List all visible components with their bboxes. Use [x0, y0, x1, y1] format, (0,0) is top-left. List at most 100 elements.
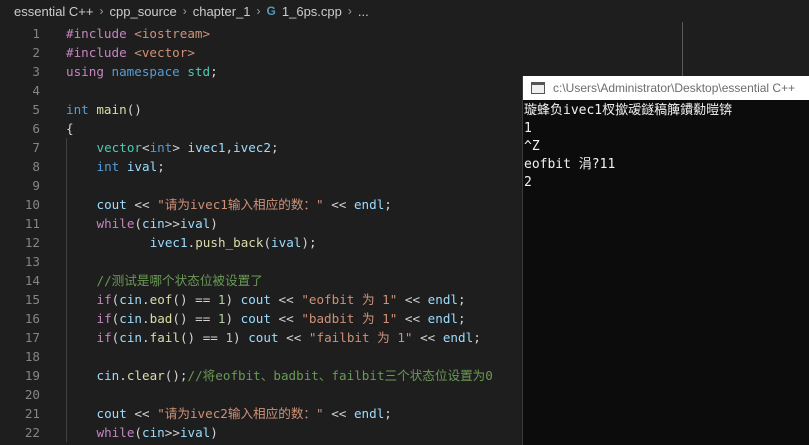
code-text: {	[66, 119, 74, 138]
indent-guide	[66, 423, 67, 442]
code-token: )	[210, 216, 218, 231]
line-number: 21	[24, 406, 40, 421]
code-token: () ==	[179, 330, 226, 345]
line-number: 19	[24, 368, 40, 383]
indent-guide	[66, 328, 67, 347]
code-token: () ==	[172, 292, 218, 307]
code-token: ;	[458, 311, 466, 326]
code-line[interactable]: 9	[0, 176, 522, 195]
console-title: c:\Users\Administrator\Desktop\essential…	[553, 81, 796, 95]
code-token: <	[142, 140, 150, 155]
line-number: 20	[24, 387, 40, 402]
code-line[interactable]: 21 cout << "请为ivec2输入相应的数：" << endl;	[0, 404, 522, 423]
code-text: int main()	[66, 100, 142, 119]
code-line[interactable]: 18	[0, 347, 522, 366]
code-token: (	[134, 425, 143, 440]
code-token: ival	[179, 425, 211, 440]
breadcrumb-item-essential-cpp[interactable]: essential C++	[14, 4, 94, 19]
code-line[interactable]: 14 //测试是哪个状态位被设置了	[0, 271, 522, 290]
console-title-bar[interactable]: c:\Users\Administrator\Desktop\essential…	[523, 76, 809, 100]
indent-guide	[66, 214, 67, 233]
code-token: #include	[66, 26, 127, 41]
code-token: //将eofbit、badbit、failbit三个状态位设置为0	[187, 368, 493, 383]
code-token: <<	[397, 292, 428, 307]
code-line[interactable]: 5 int main()	[0, 100, 522, 119]
line-number: 6	[32, 121, 40, 136]
code-line[interactable]: 17 if(cin.fail() == 1) cout << "failbit 为…	[0, 328, 522, 347]
code-token: endl	[442, 330, 474, 345]
indent-guide	[66, 385, 67, 404]
breadcrumb-item-file[interactable]: 1_6ps.cpp	[282, 4, 342, 19]
code-token: <<	[278, 330, 309, 345]
code-line[interactable]: 16 if(cin.bad() == 1) cout << "badbit 为 1…	[0, 309, 522, 328]
breadcrumb-item-cpp-source[interactable]: cpp_source	[110, 4, 177, 19]
code-token: <vector>	[126, 45, 195, 60]
code-token: #include	[66, 45, 127, 60]
console-window[interactable]: c:\Users\Administrator\Desktop\essential…	[522, 76, 809, 445]
code-line[interactable]: 1 #include <iostream>	[0, 24, 522, 43]
code-line[interactable]: 7 vector<int> ivec1,ivec2;	[0, 138, 522, 157]
code-token: while	[96, 216, 135, 231]
breadcrumb-item-chapter-1[interactable]: chapter_1	[193, 4, 251, 19]
code-line[interactable]: 22 while(cin>>ival)	[0, 423, 522, 442]
code-token: int	[96, 159, 120, 174]
code-token: () ==	[172, 311, 218, 326]
code-token: if	[96, 311, 112, 326]
line-number: 13	[24, 254, 40, 269]
indent-guide	[66, 366, 67, 385]
code-token: ivec1	[187, 140, 226, 155]
indent-guide	[66, 271, 67, 290]
code-token: endl	[427, 311, 458, 326]
indent-guide	[66, 138, 67, 157]
line-number: 2	[32, 45, 40, 60]
code-token: ;	[458, 292, 466, 307]
code-token: >>	[164, 425, 180, 440]
cpp-file-icon: G	[266, 4, 276, 18]
code-line[interactable]: 6{	[0, 119, 522, 138]
code-editor[interactable]: 1 #include <iostream> 2 #include <vector> 3 u…	[0, 22, 522, 445]
code-text: #include <vector>	[66, 43, 195, 62]
code-line[interactable]: 11 while(cin>>ival)	[0, 214, 522, 233]
code-line[interactable]: 8 int ival;	[0, 157, 522, 176]
code-token: ()	[126, 102, 142, 117]
code-token: eof	[149, 292, 173, 307]
code-token: (	[263, 235, 272, 250]
code-line[interactable]: 12 ivec1.push_back(ival);	[0, 233, 522, 252]
code-token: //测试是哪个状态位被设置了	[96, 273, 263, 288]
indent-guide	[66, 290, 67, 309]
code-text: if(cin.fail() == 1) cout << "failbit 为 1…	[97, 328, 481, 347]
code-token: endl	[353, 197, 385, 212]
code-token: main	[96, 102, 127, 117]
code-token: )	[233, 330, 249, 345]
code-token: ;	[473, 330, 481, 345]
code-token: push_back	[195, 235, 264, 250]
code-line[interactable]: 13	[0, 252, 522, 271]
code-token: <iostream>	[126, 26, 211, 41]
line-number: 16	[24, 311, 40, 326]
code-line[interactable]: 2 #include <vector>	[0, 43, 522, 62]
code-token: "请为ivec1输入相应的数："	[157, 197, 324, 212]
code-token: cout	[248, 330, 279, 345]
code-token: int	[66, 102, 89, 117]
code-token: >	[172, 140, 188, 155]
code-token: )	[225, 292, 241, 307]
line-number: 15	[24, 292, 40, 307]
code-token: "badbit 为 1"	[301, 311, 398, 326]
breadcrumb-item-symbols[interactable]: ...	[358, 4, 369, 19]
code-token: >>	[164, 216, 180, 231]
line-number: 1	[32, 26, 40, 41]
indent-guide	[66, 233, 67, 252]
code-line[interactable]: 20	[0, 385, 522, 404]
indent-guide	[66, 157, 67, 176]
code-line[interactable]: 3 using namespace std;	[0, 62, 522, 81]
code-line[interactable]: 19 cin.clear();//将eofbit、badbit、failbit三个…	[0, 366, 522, 385]
code-line[interactable]: 15 if(cin.eof() == 1) cout << "eofbit 为 1…	[0, 290, 522, 309]
line-number: 17	[24, 330, 40, 345]
code-line[interactable]: 10 cout << "请为ivec1输入相应的数：" << endl;	[0, 195, 522, 214]
console-output[interactable]: 璇蜂负ivec1杈撳叆鐩稿簲鐨勬暟锛 1 ^Z eofbit 涓?11 2	[523, 102, 809, 192]
code-token: cout	[96, 197, 127, 212]
code-text: #include <iostream>	[66, 24, 210, 43]
chevron-right-icon: ›	[347, 4, 352, 18]
code-line[interactable]: 4	[0, 81, 522, 100]
code-token: ivec1	[149, 235, 188, 250]
